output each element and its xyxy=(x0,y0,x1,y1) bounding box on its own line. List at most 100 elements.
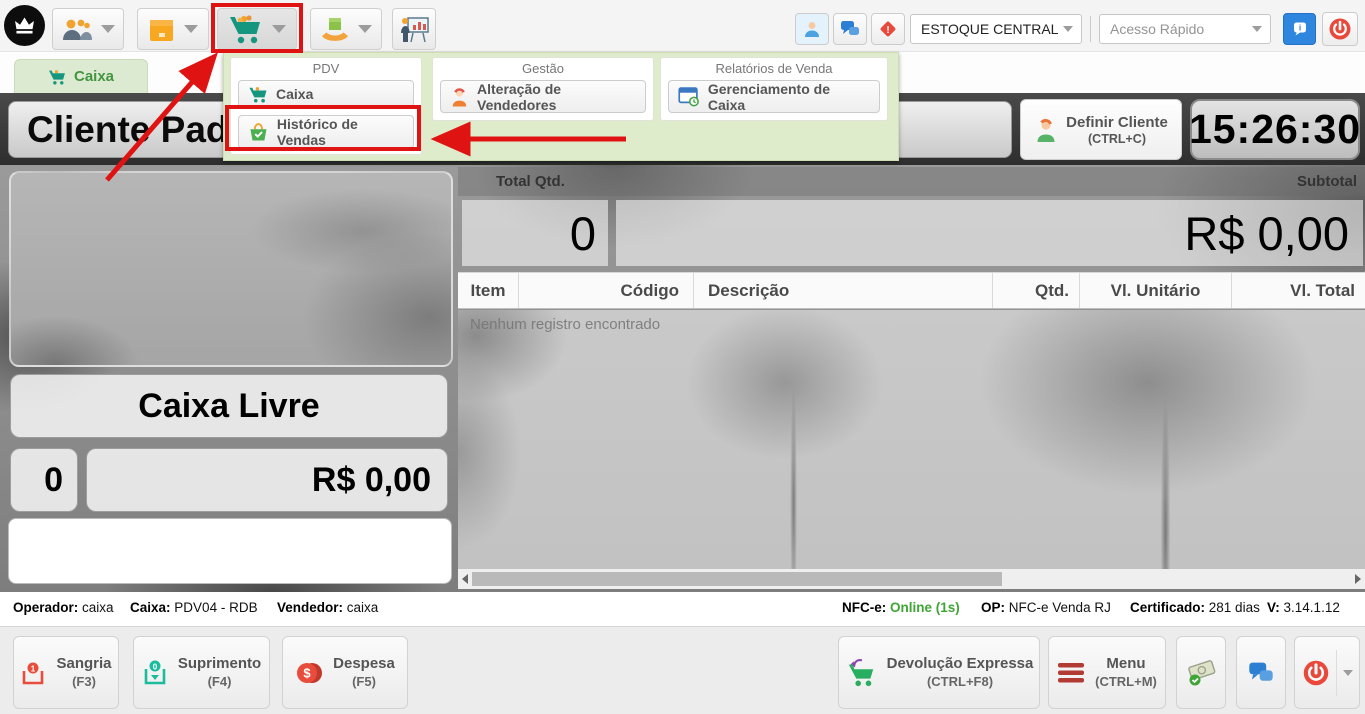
empty-table-message: Nenhum registro encontrado xyxy=(470,316,660,333)
menu-group-relatorios: Relatórios de Venda Gerenciamento de Cai… xyxy=(660,57,888,121)
support-chat-button[interactable] xyxy=(1236,636,1286,709)
col-item: Item xyxy=(458,273,519,308)
annotation-box-historico-item xyxy=(225,105,421,151)
cart-icon xyxy=(248,86,268,103)
sangria-shortcut: (F3) xyxy=(56,674,111,691)
info-button[interactable]: i xyxy=(1283,13,1316,45)
register-status-label: Caixa Livre xyxy=(138,387,319,426)
cart-icon xyxy=(48,69,66,85)
define-client-button[interactable]: Definir Cliente (CTRL+C) xyxy=(1020,99,1182,160)
scrollbar-thumb[interactable] xyxy=(472,572,1002,586)
chevron-down-icon xyxy=(1252,26,1262,32)
svg-text:$: $ xyxy=(304,665,312,680)
messages-button[interactable] xyxy=(833,13,867,45)
despesa-shortcut: (F5) xyxy=(333,674,395,691)
sangria-label: Sangria xyxy=(56,654,111,674)
fiscal-check-button[interactable] xyxy=(1176,636,1226,709)
clock-display: 15:26:30 xyxy=(1190,99,1360,160)
col-vl-unitario: Vl. Unitário xyxy=(1080,273,1232,308)
money-check-icon xyxy=(1186,659,1216,687)
power-icon xyxy=(1302,659,1330,687)
items-table-body: Nenhum registro encontrado xyxy=(458,310,1365,569)
subtotal-display: R$ 0,00 xyxy=(616,200,1363,266)
presentation-chart-icon xyxy=(399,15,429,43)
user-profile-button[interactable] xyxy=(795,13,829,45)
chat-bubbles-icon xyxy=(840,20,860,38)
despesa-button[interactable]: $ Despesa (F5) xyxy=(282,636,408,709)
items-table-header: Item Código Descrição Qtd. Vl. Unitário … xyxy=(458,272,1365,309)
quick-access-select[interactable]: Acesso Rápido xyxy=(1099,14,1271,44)
customers-menu-button[interactable] xyxy=(52,8,124,50)
promo-image-panel xyxy=(9,171,453,367)
menu-group-pdv-title: PDV xyxy=(231,58,421,76)
scroll-left-arrow-icon[interactable] xyxy=(462,574,468,584)
client-person-icon xyxy=(1034,117,1058,143)
power-icon xyxy=(1328,17,1352,41)
total-qty-label: Total Qtd. xyxy=(496,173,565,190)
power-menu-button[interactable] xyxy=(1294,636,1360,709)
chevron-down-icon xyxy=(184,25,198,33)
menu-group-relatorios-title: Relatórios de Venda xyxy=(661,58,887,76)
subtotal-value: R$ 0,00 xyxy=(1184,206,1349,261)
seller-person-icon xyxy=(450,86,469,108)
people-group-icon xyxy=(61,16,93,42)
user-icon xyxy=(803,20,821,38)
total-value: R$ 0,00 xyxy=(312,461,431,500)
chat-bubbles-icon xyxy=(1248,661,1274,685)
menu-button[interactable]: Menu (CTRL+M) xyxy=(1048,636,1166,709)
cash-in-icon: 0 xyxy=(142,659,168,687)
chevron-down-icon xyxy=(358,25,372,33)
cash-out-icon: 1 xyxy=(20,659,46,687)
hands-cube-icon xyxy=(320,15,350,43)
menu-shortcut: (CTRL+M) xyxy=(1095,674,1157,691)
menu-group-gestao-title: Gestão xyxy=(433,58,653,76)
top-toolbar: ! ESTOQUE CENTRAL Acesso Rápido i xyxy=(0,0,1365,52)
suprimento-button[interactable]: 0 Suprimento (F4) xyxy=(133,636,270,709)
menu-group-gestao: Gestão Alteração de Vendedores xyxy=(432,57,654,121)
menu-item-gerenciamento-label: Gerenciamento de Caixa xyxy=(708,81,870,113)
sangria-button[interactable]: 1 Sangria (F3) xyxy=(13,636,119,709)
col-codigo: Código xyxy=(519,273,694,308)
stock-select[interactable]: ESTOQUE CENTRAL xyxy=(910,14,1082,44)
purchases-menu-button[interactable] xyxy=(310,8,382,50)
horizontal-scrollbar[interactable] xyxy=(458,569,1365,589)
tab-caixa-label: Caixa xyxy=(74,68,114,85)
tab-caixa[interactable]: Caixa xyxy=(14,59,148,93)
menu-label: Menu xyxy=(1095,654,1157,674)
products-menu-button[interactable] xyxy=(137,8,209,50)
svg-text:i: i xyxy=(1298,23,1300,33)
exit-button[interactable] xyxy=(1322,12,1358,46)
pos-application: ! ESTOQUE CENTRAL Acesso Rápido i xyxy=(0,0,1365,714)
button-divider xyxy=(1336,650,1337,696)
devolucao-label: Devolução Expressa xyxy=(887,654,1034,674)
chevron-down-icon xyxy=(101,25,115,33)
col-descricao: Descrição xyxy=(694,273,993,308)
product-code-input[interactable] xyxy=(8,518,452,584)
alerts-button[interactable]: ! xyxy=(871,13,905,45)
col-qtd: Qtd. xyxy=(993,273,1080,308)
crown-icon xyxy=(12,13,37,38)
total-qty-value: 0 xyxy=(570,206,596,261)
devolucao-shortcut: (CTRL+F8) xyxy=(887,674,1034,691)
menu-item-gerenciamento-de-caixa[interactable]: Gerenciamento de Caixa xyxy=(668,80,880,113)
toolbar-divider xyxy=(1090,16,1091,42)
menu-item-caixa[interactable]: Caixa xyxy=(238,80,414,108)
menu-item-alteracao-de-vendedores[interactable]: Alteração de Vendedores xyxy=(440,80,646,113)
window-clock-icon xyxy=(678,86,700,107)
reports-button[interactable] xyxy=(392,8,436,50)
suprimento-shortcut: (F4) xyxy=(178,674,261,691)
sale-summary-header: Total Qtd. Subtotal xyxy=(458,167,1365,196)
devolucao-expressa-button[interactable]: Devolução Expressa (CTRL+F8) xyxy=(838,636,1040,709)
stock-select-value: ESTOQUE CENTRAL xyxy=(921,21,1058,37)
chevron-down-icon xyxy=(1063,26,1073,32)
total-qty-display: 0 xyxy=(462,200,608,266)
status-bar: Operador: caixa Caixa: PDV04 - RDB Vende… xyxy=(0,592,1365,626)
return-cart-icon xyxy=(845,658,877,688)
chevron-down-icon xyxy=(1343,670,1353,676)
item-count-value: 0 xyxy=(44,461,63,500)
menu-item-caixa-label: Caixa xyxy=(276,86,313,102)
scroll-right-arrow-icon[interactable] xyxy=(1355,574,1361,584)
status-certificado: Certificado: 281 dias xyxy=(1130,600,1260,615)
svg-text:1: 1 xyxy=(31,664,36,673)
subtotal-label: Subtotal xyxy=(1297,173,1357,190)
